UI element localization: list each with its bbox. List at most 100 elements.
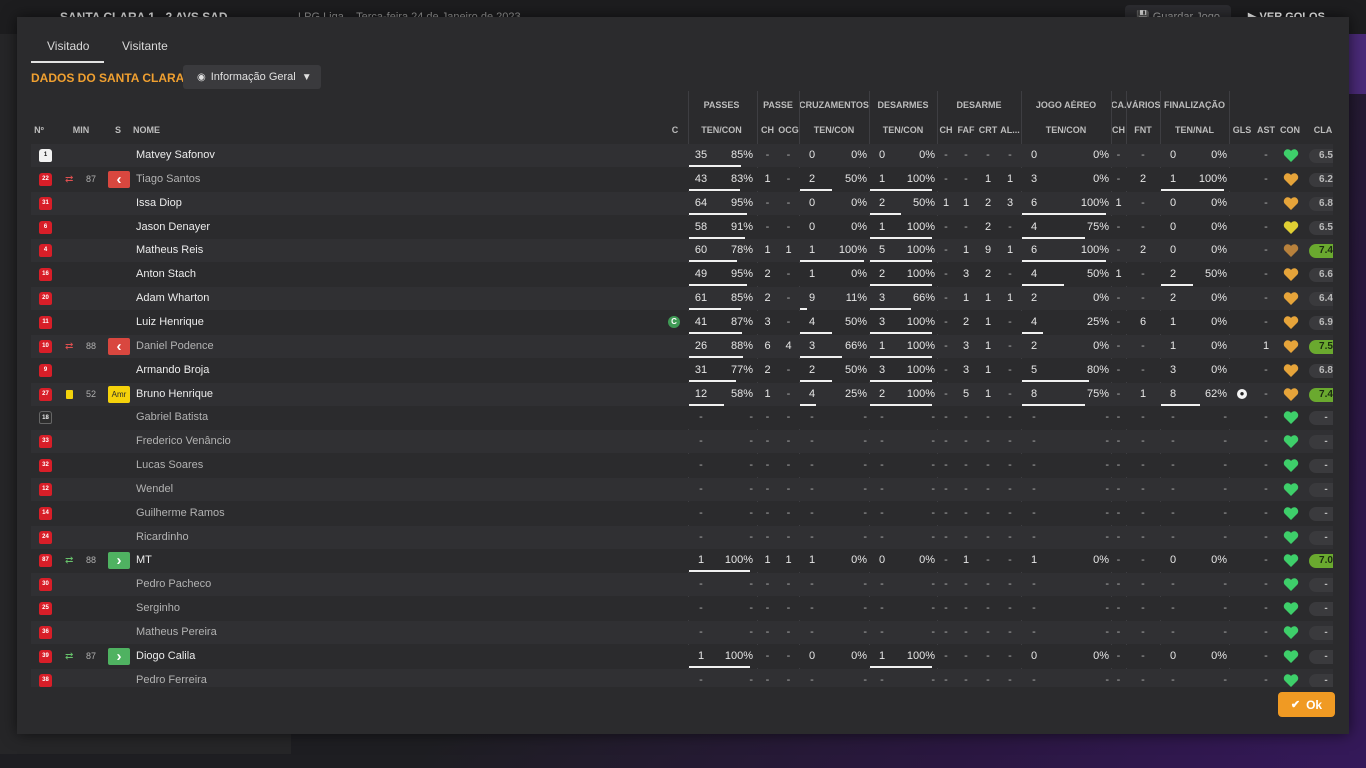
player-name[interactable]: Daniel Podence (136, 335, 336, 358)
player-row[interactable]: 18 Gabriel Batista - - - - - - - - - - - - - - - - - - - - (31, 406, 1333, 430)
tab-visitado[interactable]: Visitado (47, 39, 89, 53)
column-header-num[interactable]: Nº (31, 125, 47, 141)
player-name[interactable]: Lucas Soares (136, 454, 336, 477)
column-header-fin_tn[interactable]: TEN/NAL (1160, 125, 1229, 141)
player-name[interactable]: Ricardinho (136, 526, 336, 549)
player-row[interactable]: 16 Anton Stach 49 95% 2-1 0% 2 100% -3 2-4 50% 1-2 5… (31, 263, 1333, 287)
passes-percent: 91% (730, 220, 753, 233)
player-name[interactable]: Luiz Henrique (136, 311, 336, 334)
condition-heart-icon (1283, 173, 1299, 186)
column-header-pas_ocg[interactable]: OCG (778, 125, 799, 141)
column-header-cla[interactable]: CLA (1305, 125, 1333, 141)
player-name[interactable]: Armando Broja (136, 359, 336, 382)
player-name[interactable]: Serginho (136, 597, 336, 620)
column-header-des_tc[interactable]: TEN/CON (869, 125, 937, 141)
player-row[interactable]: 20 Adam Wharton 61 85% 2-9 11% 3 66% -1 1 1 2 0% - -2 0… (31, 287, 1333, 311)
player-row[interactable]: 14 Guilherme Ramos - - - - - - - - - - - - - - - - - - - - (31, 501, 1333, 525)
player-name[interactable]: Bruno Henrique (136, 383, 336, 406)
player-name[interactable]: Frederico Venâncio (136, 430, 336, 453)
player-row[interactable]: 10 ⇄ 88 ‹ Daniel Podence 26 88% 6 4 3 66% 1 100% -3 1-… (31, 334, 1333, 358)
player-row[interactable]: 12 Wendel - - - - - - - - - - - - - - - - - - - - (31, 477, 1333, 501)
tackle-al: 1 (1006, 292, 1014, 305)
player-name[interactable]: Gabriel Batista (136, 406, 336, 429)
passes-attempts: 41 (694, 315, 708, 328)
column-header-ast[interactable]: AST (1255, 125, 1277, 141)
player-name[interactable]: Adam Wharton (136, 287, 336, 310)
column-header-ca_ch[interactable]: CH (1111, 125, 1126, 141)
player-row[interactable]: 25 Serginho - - - - - - - - - - - - - - - - - - - - (31, 597, 1333, 621)
player-row[interactable]: 22 ⇄ 87 ‹ Tiago Santos 43 83% 1-2 50% 1 100% - -1 1 3 0… (31, 167, 1333, 191)
player-name[interactable]: Matvey Safonov (136, 144, 336, 167)
crosses-percent: - (863, 459, 867, 472)
player-name[interactable]: Anton Stach (136, 263, 336, 286)
column-header-aer_tc[interactable]: TEN/CON (1021, 125, 1111, 141)
player-name[interactable]: Issa Diop (136, 192, 336, 215)
player-row[interactable]: 11 Luiz Henrique C 41 87% 3-4 50% 3 100% -2 1-4 25%… (31, 310, 1333, 334)
position-badge[interactable]: Amr (108, 385, 130, 403)
pass-ch: - (765, 220, 770, 233)
tackle-ch: - (944, 673, 948, 686)
player-row[interactable]: 87 ⇄ 88 › MT 1 100% 1 1 1 0% 0 0% -1- -1 0% - -0 0% -7.0 (31, 549, 1333, 573)
player-row[interactable]: 30 Pedro Pacheco - - - - - - - - - - - - - - - - - - - - (31, 573, 1333, 597)
column-header-gls[interactable]: GLS (1229, 125, 1255, 141)
player-rating: - (1309, 459, 1333, 474)
column-header-dsm_al[interactable]: AL... (999, 125, 1021, 141)
sub-in-badge[interactable]: › (108, 552, 130, 570)
player-name[interactable]: Guilherme Ramos (136, 502, 336, 525)
column-header-min[interactable]: MIN (68, 125, 94, 141)
column-header-c[interactable]: C (671, 125, 679, 141)
column-header-dsm_ch[interactable]: CH (937, 125, 955, 141)
ok-button[interactable]: ✔ Ok (1278, 692, 1335, 717)
player-row[interactable]: 27 52 Amr Bruno Henrique 12 58% 1-4 25% 2 100% -5 1… (31, 382, 1333, 406)
aerial-attempts: - (1032, 602, 1036, 615)
ca-ch: - (1116, 220, 1121, 233)
player-name[interactable]: Jason Denayer (136, 216, 336, 239)
column-header-pas_tc[interactable]: TEN/CON (688, 125, 755, 141)
tackle-ch: - (944, 459, 948, 472)
column-header-dsm_crt[interactable]: CRT (977, 125, 999, 141)
view-dropdown[interactable]: ◉ Informação Geral ▼ (183, 65, 321, 89)
player-row[interactable]: 39 ⇄ 87 › Diogo Calila 1 100% - -0 0% 1 100% - - - -0 0%… (31, 644, 1333, 668)
column-header-dsm_faf[interactable]: FAF (955, 125, 977, 141)
scrollbar[interactable] (1349, 34, 1366, 94)
sub-out-badge[interactable]: ‹ (108, 170, 130, 188)
tackles-attempts: - (880, 602, 884, 615)
player-row[interactable]: 1 Matvey Safonov 35 85% - -0 0% 0 0% - - - -0 0% - -0 0%… (31, 144, 1333, 167)
player-row[interactable]: 4 Matheus Reis 60 78% 1 1 1 100% 5 100% -1 9 1 6 100% -… (31, 239, 1333, 263)
tackles-percent: 66% (912, 292, 935, 305)
player-row[interactable]: 9 Armando Broja 31 77% 2-2 50% 3 100% -3 1-5 80% - -… (31, 358, 1333, 382)
passes-bar (689, 570, 750, 573)
column-header-name[interactable]: NOME (133, 125, 193, 141)
sub-out-badge[interactable]: ‹ (108, 337, 130, 355)
ca-ch: - (1116, 530, 1121, 543)
player-row[interactable]: 33 Frederico Venâncio - - - - - - - - - - - - - - - - - - - - (31, 430, 1333, 454)
player-name[interactable]: Pedro Ferreira (136, 669, 336, 687)
crosses-percent: 66% (844, 339, 867, 352)
player-row[interactable]: 36 Matheus Pereira - - - - - - - - - - - - - - - - - - - - (31, 621, 1333, 644)
player-name[interactable]: Matheus Pereira (136, 621, 336, 644)
assists: - (1264, 268, 1268, 281)
tab-visitante[interactable]: Visitante (122, 39, 168, 53)
tackle-crt: 1 (984, 315, 992, 328)
pass-ch: 2 (764, 268, 771, 281)
player-row[interactable]: 6 Jason Denayer 58 91% - -0 0% 1 100% - -2-4 75% - -0… (31, 215, 1333, 239)
column-header-pas_ch[interactable]: CH (757, 125, 778, 141)
column-header-var_fnt[interactable]: FNT (1126, 125, 1160, 141)
player-row[interactable]: 32 Lucas Soares - - - - - - - - - - - - - - - - - - - - (31, 454, 1333, 478)
aerial-percent: 100% (1080, 196, 1109, 209)
player-name[interactable]: Wendel (136, 478, 336, 501)
player-name[interactable]: MT (136, 549, 336, 572)
player-row[interactable]: 24 Ricardinho - - - - - - - - - - - - - - - - - - - - (31, 525, 1333, 549)
column-header-s[interactable]: S (111, 125, 125, 141)
player-row[interactable]: 38 Pedro Ferreira - - - - - - - - - - - - - - - - - - - - (31, 668, 1333, 687)
player-name[interactable]: Matheus Reis (136, 239, 336, 262)
tackle-faf: - (964, 673, 968, 686)
player-name[interactable]: Pedro Pacheco (136, 573, 336, 596)
column-header-con[interactable]: CON (1277, 125, 1303, 141)
player-row[interactable]: 31 Issa Diop 64 95% - -0 0% 2 50% 1 1 2 3 6 100% 1-0 0% -… (31, 191, 1333, 215)
crosses-attempts: - (810, 602, 814, 615)
column-header-cru_tc[interactable]: TEN/CON (799, 125, 869, 141)
player-name[interactable]: Tiago Santos (136, 168, 336, 191)
sub-in-badge[interactable]: › (108, 647, 130, 665)
player-name[interactable]: Diogo Calila (136, 645, 336, 668)
